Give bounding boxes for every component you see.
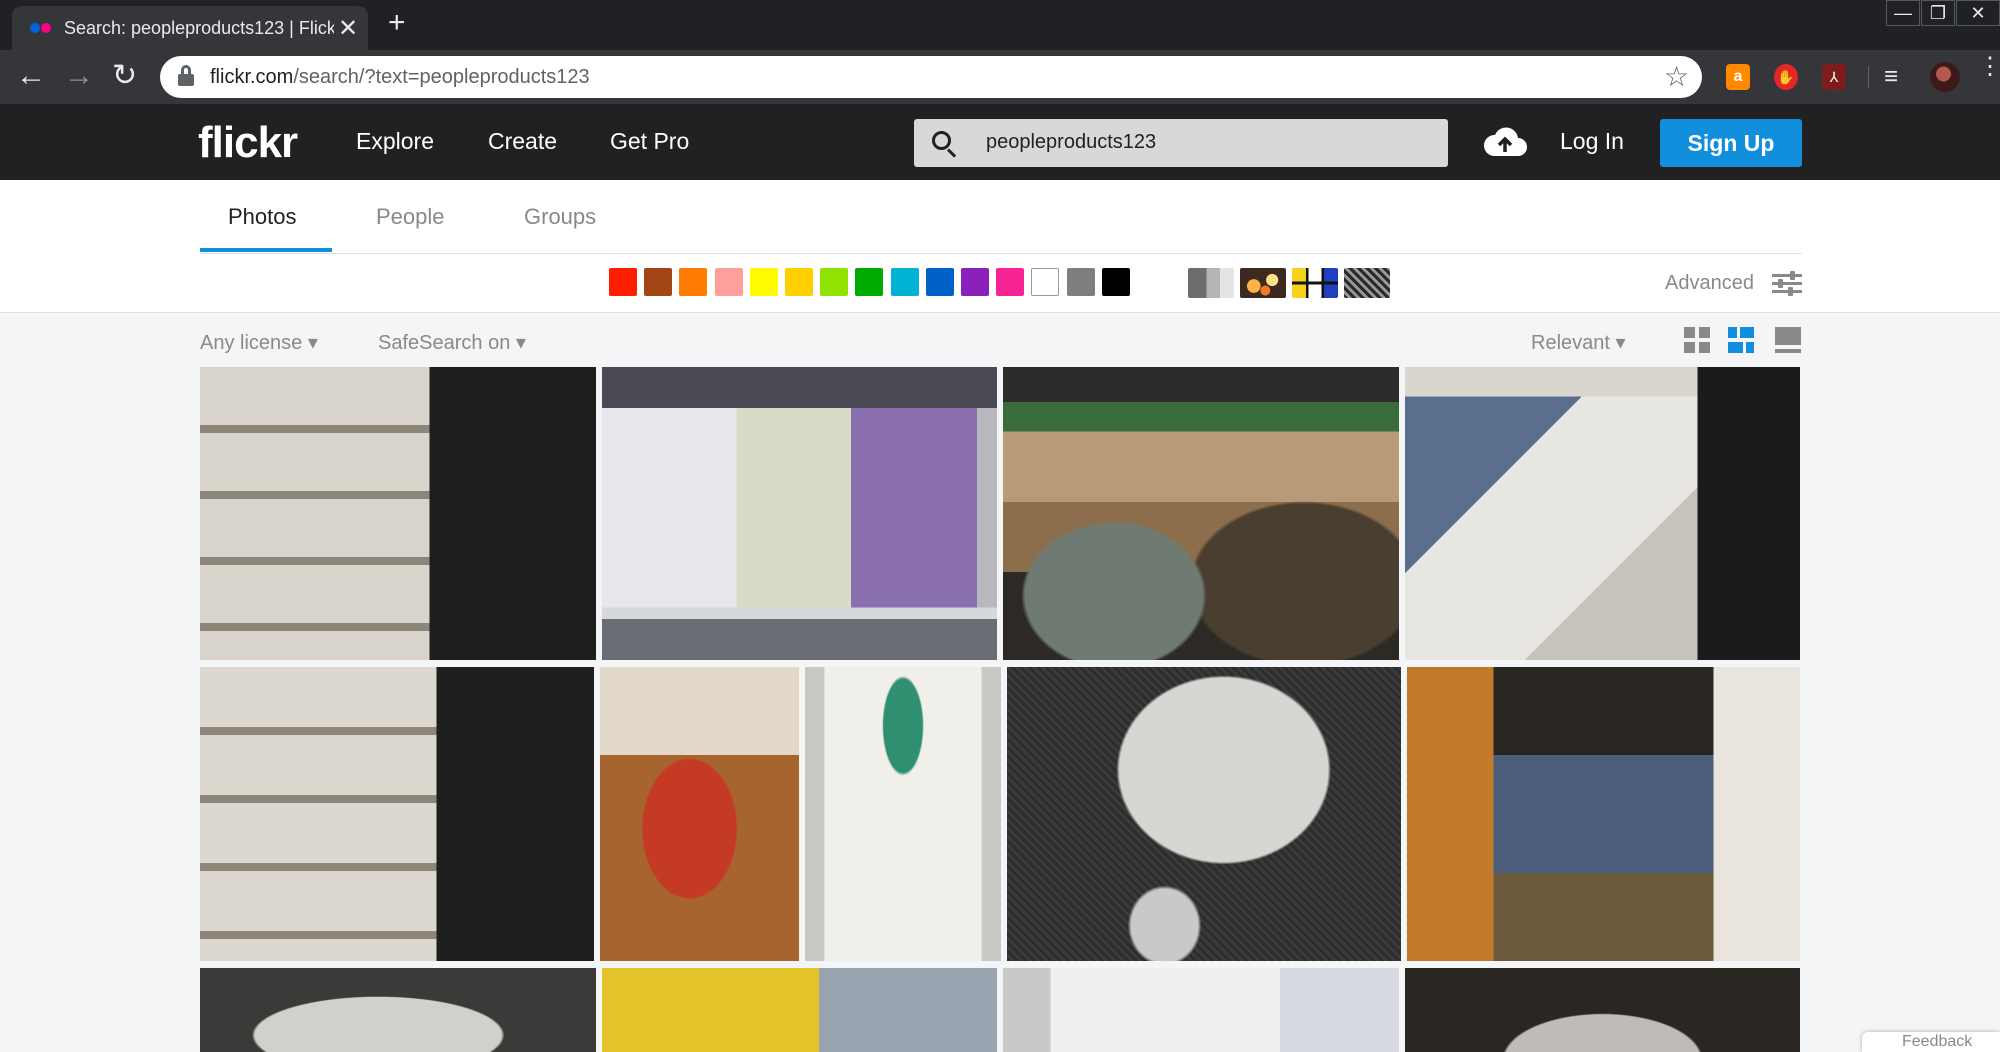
amazon-assistant-icon[interactable]: a [1726,64,1750,90]
color-swatch[interactable] [644,268,673,296]
upload-cloud-icon[interactable] [1482,124,1528,158]
advanced-link[interactable]: Advanced [1665,272,1754,295]
color-swatch[interactable] [1031,268,1060,296]
reading-list-icon[interactable]: ≡ [1884,64,1908,90]
url-path: /search/?text=peopleproducts123 [293,66,590,88]
photo-tile[interactable] [200,667,594,961]
sign-up-button[interactable]: Sign Up [1660,119,1802,167]
reload-icon[interactable]: ↻ [112,58,137,94]
photo-tile[interactable] [1405,367,1800,660]
color-swatch[interactable] [609,268,637,296]
color-swatch[interactable] [996,268,1025,296]
url-text[interactable]: flickr.com/search/?text=peopleproducts12… [210,66,590,89]
browser-toolbar: ← → ↻ flickr.com/search/?text=peopleprod… [0,50,2000,104]
nav-get-pro[interactable]: Get Pro [610,128,689,155]
color-swatch[interactable] [890,268,919,296]
color-swatch[interactable] [749,268,778,296]
feedback-tab[interactable]: Feedback [1862,1032,2000,1052]
color-swatch[interactable] [1101,268,1130,296]
style-minimalist-swatch[interactable] [1292,268,1338,298]
flickr-favicon-icon [30,23,52,33]
new-tab-button[interactable]: + [388,6,406,40]
tab-groups[interactable]: Groups [524,204,596,230]
active-tab-indicator [200,248,332,252]
color-swatch[interactable] [820,268,849,296]
color-swatch[interactable] [679,268,708,296]
color-swatch[interactable] [855,268,884,296]
photo-tile[interactable] [602,968,997,1052]
flickr-header: flickr Explore Create Get Pro Log In Sig… [0,104,2000,180]
style-patterns-swatch[interactable] [1344,268,1390,298]
profile-avatar[interactable] [1930,62,1960,92]
browser-tab-strip: Search: peopleproducts123 | Flickr ✕ + —… [0,0,2000,50]
search-box[interactable] [914,119,1448,167]
bookmark-star-icon[interactable]: ☆ [1664,60,1689,93]
grid-view-icon[interactable] [1684,327,1710,353]
photo-tile[interactable] [600,667,799,961]
feedback-label: Feedback [1902,1033,1973,1050]
flickr-logo[interactable]: flickr [198,118,298,168]
photo-tile[interactable] [1003,968,1399,1052]
browser-tab[interactable]: Search: peopleproducts123 | Flickr ✕ [12,6,368,50]
window-restore-button[interactable]: ❐ [1921,0,1955,26]
toolbar-divider [1868,66,1869,88]
photo-tile[interactable] [1007,667,1401,961]
search-subheader: Photos People Groups Advanced [0,180,2000,313]
photo-tile[interactable] [805,667,1001,961]
safesearch-dropdown[interactable]: SafeSearch on ▾ [378,330,526,355]
justified-view-icon[interactable] [1728,327,1754,353]
tab-title: Search: peopleproducts123 | Flickr [64,18,334,38]
color-swatch[interactable] [1066,268,1095,296]
nav-create[interactable]: Create [488,128,557,155]
tab-photos[interactable]: Photos [228,204,297,230]
photo-tile[interactable] [1405,968,1800,1052]
browser-menu-icon[interactable]: ⋮ [1978,55,2000,79]
adblock-icon[interactable]: ✋ [1774,64,1798,90]
window-close-button[interactable]: ✕ [1956,0,2000,26]
tab-people[interactable]: People [376,204,445,230]
window-minimize-button[interactable]: — [1886,0,1920,26]
tab-close-icon[interactable]: ✕ [338,14,358,43]
color-swatch[interactable] [925,268,954,296]
acrobat-icon[interactable]: ⅄ [1822,64,1846,90]
sort-dropdown[interactable]: Relevant ▾ [1531,330,1626,355]
back-icon[interactable]: ← [16,58,46,94]
search-icon[interactable] [932,131,957,158]
nav-explore[interactable]: Explore [356,128,434,155]
large-view-icon[interactable] [1775,327,1801,353]
color-swatch[interactable] [961,268,989,296]
color-swatch[interactable] [714,268,743,296]
advanced-sliders-icon[interactable] [1772,271,1802,296]
photo-tile[interactable] [200,968,596,1052]
tab-divider [200,253,1802,254]
photo-tile[interactable] [1407,667,1800,961]
forward-icon[interactable]: → [64,58,94,94]
style-shallow-depth-of-field-swatch[interactable] [1240,268,1286,298]
url-host: flickr.com [210,66,294,88]
photo-tile[interactable] [602,367,997,660]
color-swatch[interactable] [785,268,813,296]
style-black-and-white-swatch[interactable] [1188,268,1234,298]
license-dropdown[interactable]: Any license ▾ [200,330,318,355]
search-input[interactable] [986,131,1426,154]
log-in-link[interactable]: Log In [1560,128,1624,155]
lock-icon[interactable] [178,65,194,87]
photo-tile[interactable] [1003,367,1399,660]
photo-tile[interactable] [200,367,596,660]
address-bar[interactable]: flickr.com/search/?text=peopleproducts12… [160,56,1702,98]
